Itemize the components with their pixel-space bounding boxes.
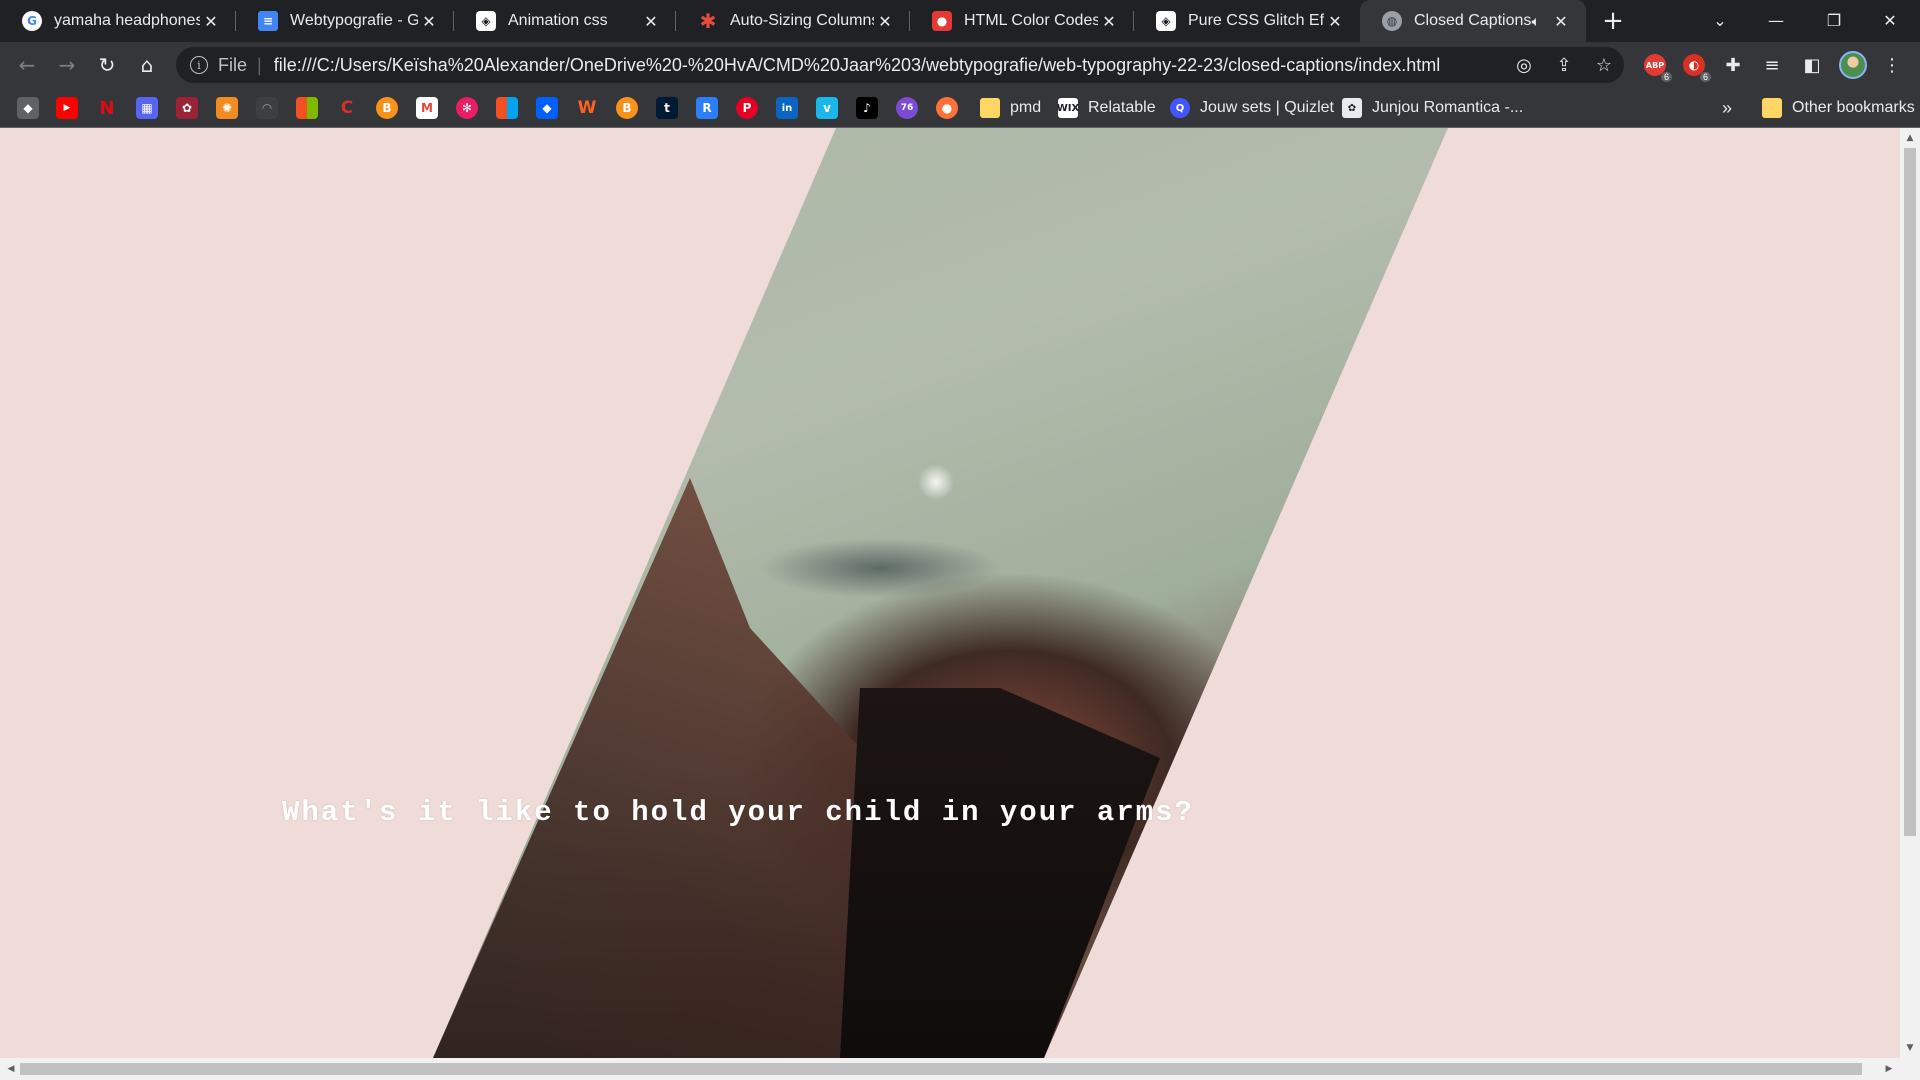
- side-panel-icon[interactable]: ◧: [1797, 50, 1827, 80]
- wix-icon: WIX: [1057, 98, 1079, 118]
- bookmark-junjou-romantica[interactable]: ✿ Junjou Romantica -...: [1342, 98, 1523, 118]
- tab-pure-css-glitch-effect[interactable]: ◈ Pure CSS Glitch Effect ✕: [1134, 0, 1360, 42]
- extension-badge: 6: [1699, 72, 1711, 82]
- tiktok-icon[interactable]: ♪: [856, 97, 878, 119]
- close-tab-icon[interactable]: ✕: [418, 10, 440, 32]
- adblock-badge: 6: [1660, 72, 1672, 82]
- google-docs-icon: ≡: [258, 11, 278, 31]
- url-text[interactable]: file:///C:/Users/Keïsha%20Alexander/OneD…: [274, 55, 1504, 76]
- linkedin-icon[interactable]: in: [776, 97, 798, 119]
- browser-toolbar: ← → ↻ ⌂ i File | file:///C:/Users/Keïsha…: [0, 42, 1920, 88]
- asterisk-icon: ✱: [699, 9, 717, 33]
- pinterest-icon[interactable]: P: [736, 97, 758, 119]
- restore-button[interactable]: ❐: [1806, 0, 1862, 40]
- vimeo-icon[interactable]: v: [816, 97, 838, 119]
- adblock-extension-icon[interactable]: ABP 6: [1640, 50, 1672, 82]
- scroll-down-arrow-icon[interactable]: ▼: [1900, 1040, 1920, 1056]
- profile-avatar[interactable]: [1839, 51, 1867, 79]
- windows-icon[interactable]: [496, 97, 518, 119]
- wifi-icon[interactable]: ◠: [256, 97, 278, 119]
- color-codes-icon: ●: [932, 11, 952, 31]
- fox-icon[interactable]: ●: [936, 97, 958, 119]
- folder-icon: [980, 98, 1000, 118]
- scroll-left-arrow-icon[interactable]: ◀: [2, 1058, 20, 1080]
- omnibox-divider: |: [257, 54, 262, 75]
- r-icon[interactable]: R: [696, 97, 718, 119]
- vertical-scroll-thumb[interactable]: [1904, 148, 1916, 836]
- scheme-label: File: [218, 54, 248, 75]
- new-tab-button[interactable]: +: [1598, 6, 1628, 36]
- anime-icon: ✿: [1342, 98, 1362, 118]
- forward-button[interactable]: →: [51, 49, 83, 81]
- folder-icon: [1762, 98, 1782, 118]
- close-tab-icon[interactable]: ✕: [640, 10, 662, 32]
- bookmarks-bar: ◆ ▶ N ▦ ✿ ✺ ◠ C B M ✻ ◆ W B t R P in v ♪…: [0, 88, 1920, 128]
- tab-animation-css[interactable]: ◈ Animation css ✕: [454, 0, 676, 42]
- codepen-icon: ◈: [1156, 11, 1176, 31]
- pinwheel-icon[interactable]: ✻: [456, 97, 478, 119]
- home-button[interactable]: ⌂: [131, 49, 163, 81]
- netflix-icon[interactable]: N: [96, 97, 118, 119]
- close-tab-icon[interactable]: ✕: [1550, 10, 1572, 32]
- horizontal-scroll-thumb[interactable]: [20, 1063, 1862, 1075]
- tab-auto-sizing-columns[interactable]: ✱ Auto-Sizing Columns ✕: [676, 0, 910, 42]
- quizlet-icon: Q: [1170, 98, 1190, 118]
- bitcoin-icon-2[interactable]: B: [616, 97, 638, 119]
- close-tab-icon[interactable]: ✕: [874, 10, 896, 32]
- layers-icon[interactable]: ◆: [17, 97, 39, 119]
- close-tab-icon[interactable]: ✕: [1324, 10, 1346, 32]
- extensions-puzzle-icon[interactable]: ✚: [1718, 50, 1748, 80]
- building-icon[interactable]: ▦: [136, 97, 158, 119]
- scroll-up-arrow-icon[interactable]: ▲: [1900, 130, 1920, 146]
- close-window-button[interactable]: ✕: [1862, 0, 1918, 40]
- codepen-icon: ◈: [476, 11, 496, 31]
- vertical-scrollbar[interactable]: ▲ ▼: [1900, 128, 1920, 1058]
- eye-slash-icon[interactable]: ◎: [1504, 47, 1544, 83]
- close-tab-icon[interactable]: ✕: [200, 10, 222, 32]
- scroll-right-arrow-icon[interactable]: ▶: [1880, 1058, 1898, 1080]
- red-extension-icon[interactable]: ◐ 6: [1679, 50, 1711, 82]
- 76-icon[interactable]: 76: [896, 97, 918, 119]
- bitcoin-icon[interactable]: B: [376, 97, 398, 119]
- bookmark-pmd[interactable]: pmd: [980, 98, 1041, 118]
- globe-icon: ◍: [1382, 11, 1402, 31]
- youtube-icon[interactable]: ▶: [56, 97, 78, 119]
- tab-strip: G yamaha headphones ✕ ≡ Webtypografie - …: [0, 0, 1920, 42]
- speaker-icon[interactable]: 🔈︎: [1532, 13, 1540, 30]
- tab-html-color-codes[interactable]: ● HTML Color Codes ✕: [910, 0, 1134, 42]
- microsoft-icon[interactable]: [296, 97, 318, 119]
- google-icon: G: [22, 11, 42, 31]
- gmail-icon[interactable]: M: [416, 97, 438, 119]
- sunburst-icon[interactable]: ✺: [216, 97, 238, 119]
- closed-caption-text: What's it like to hold your child in you…: [282, 796, 1194, 829]
- bookmark-quizlet[interactable]: Q Jouw sets | Quizlet: [1170, 98, 1334, 118]
- wattpad-icon[interactable]: W: [576, 97, 598, 119]
- refresh-red-icon[interactable]: C: [336, 97, 358, 119]
- close-tab-icon[interactable]: ✕: [1098, 10, 1120, 32]
- bookmark-star-icon[interactable]: ☆: [1584, 47, 1624, 83]
- crest-icon[interactable]: ✿: [176, 97, 198, 119]
- tab-search-icon[interactable]: ⌄: [1692, 0, 1748, 40]
- tab-yamaha-headphones[interactable]: G yamaha headphones ✕: [0, 0, 236, 42]
- site-info-icon[interactable]: i: [190, 56, 208, 74]
- page-viewport: What's it like to hold your child in you…: [0, 128, 1900, 1058]
- share-icon[interactable]: ⇪: [1544, 47, 1584, 83]
- tab-closed-captions[interactable]: ◍ Closed Captions 🔈︎ ✕: [1360, 0, 1586, 42]
- tab-webtypografie[interactable]: ≡ Webtypografie - Goo ✕: [236, 0, 454, 42]
- address-bar[interactable]: i File | file:///C:/Users/Keïsha%20Alexa…: [176, 47, 1624, 83]
- bookmark-relatable[interactable]: WIX Relatable: [1057, 98, 1156, 118]
- other-bookmarks[interactable]: Other bookmarks: [1762, 98, 1915, 118]
- horizontal-scrollbar[interactable]: ◀ ▶: [0, 1058, 1920, 1080]
- back-button[interactable]: ←: [11, 49, 43, 81]
- bookmarks-overflow-button[interactable]: »: [1722, 98, 1732, 118]
- minimize-button[interactable]: —: [1748, 0, 1804, 40]
- menu-kebab-icon[interactable]: ⋮: [1877, 50, 1907, 80]
- media-control-icon[interactable]: ≡: [1757, 50, 1787, 80]
- tumblr-icon[interactable]: t: [656, 97, 678, 119]
- dropbox-icon[interactable]: ◆: [536, 97, 558, 119]
- reload-button[interactable]: ↻: [91, 49, 123, 81]
